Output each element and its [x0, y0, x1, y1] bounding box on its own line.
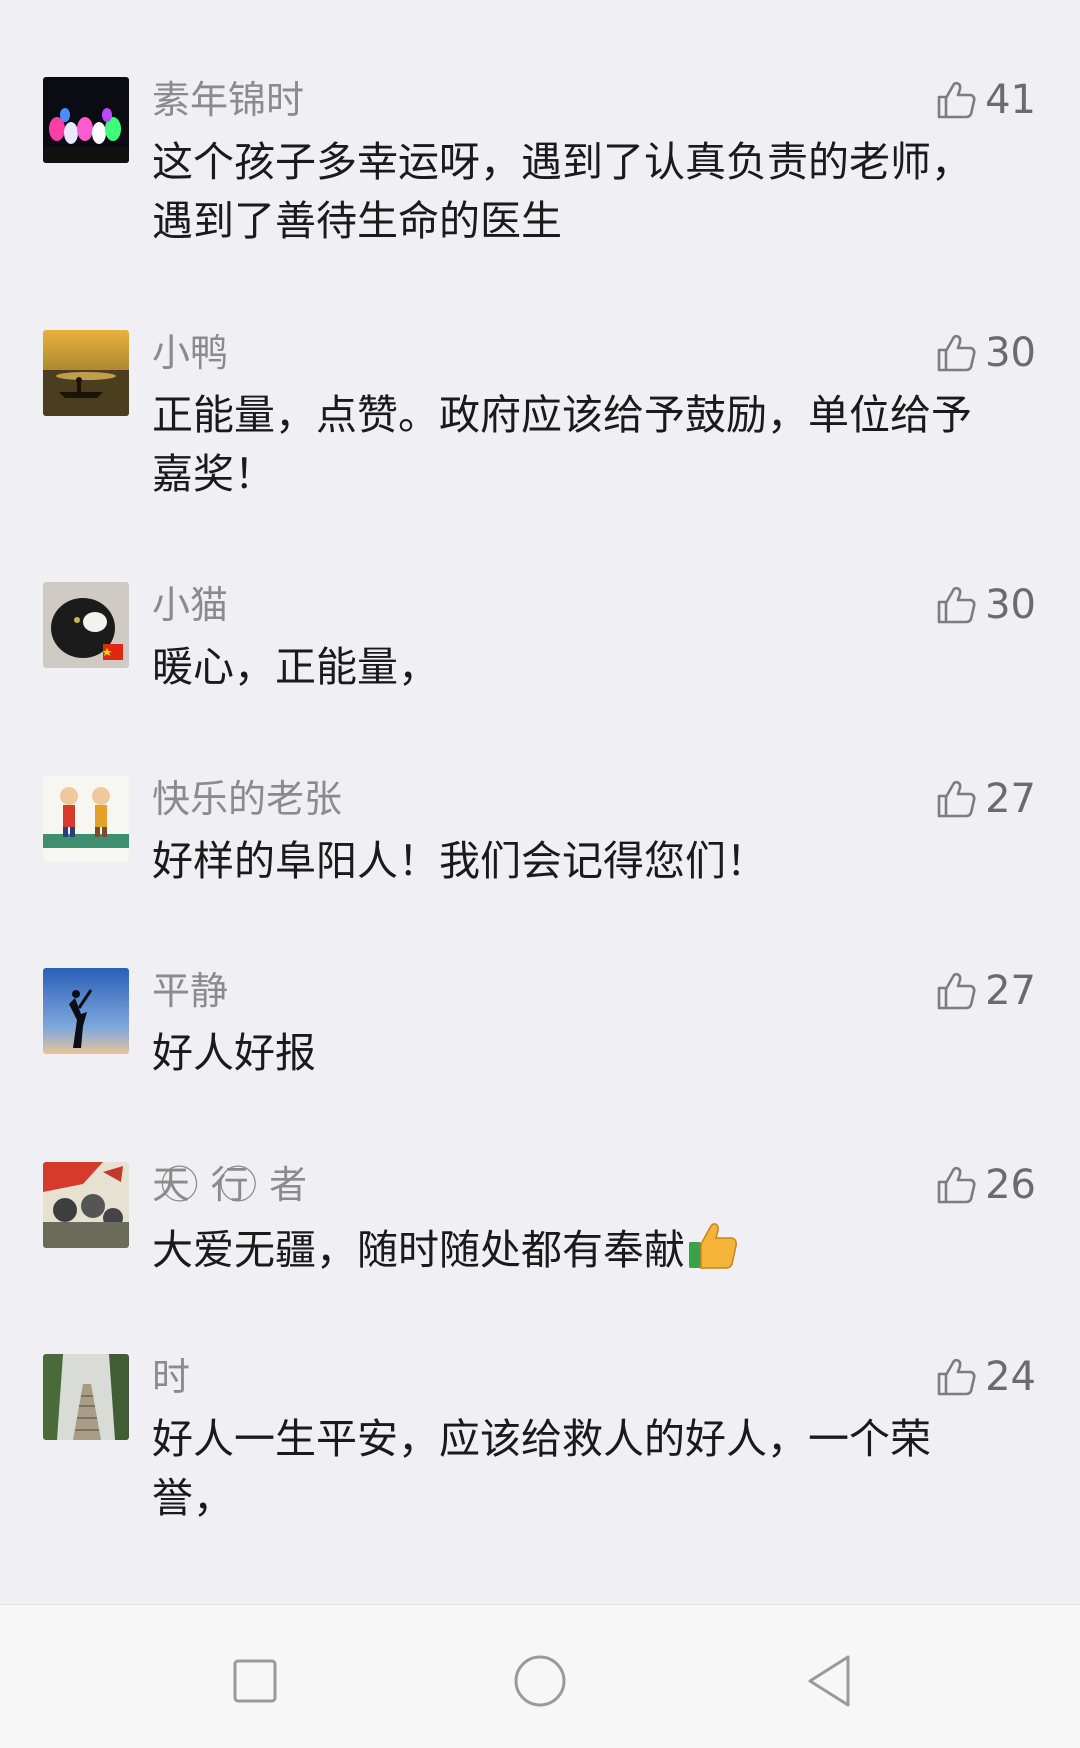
- thumbs-up-outline-icon: [935, 970, 977, 1012]
- avatar[interactable]: [43, 1354, 129, 1440]
- thumbs-up-outline-icon: [935, 79, 977, 121]
- like-button[interactable]: 27: [935, 968, 1036, 1014]
- comment-text: 好人好报: [152, 1029, 316, 1077]
- avatar[interactable]: [43, 776, 129, 862]
- avatar-image: [43, 330, 129, 416]
- like-count: 41: [985, 77, 1036, 123]
- back-button[interactable]: [800, 1651, 860, 1711]
- home-button[interactable]: [510, 1651, 570, 1711]
- like-count: 27: [985, 776, 1036, 822]
- avatar-image: [43, 1354, 129, 1440]
- comment-text: 暖心，正能量，: [152, 643, 439, 691]
- like-button[interactable]: 30: [935, 582, 1036, 628]
- comment-text: 大爱无疆，随时随处都有奉献: [152, 1218, 1012, 1280]
- recent-apps-button[interactable]: [225, 1651, 285, 1711]
- like-button[interactable]: 41: [935, 77, 1036, 123]
- comment-text-content: 大爱无疆，随时随处都有奉献: [152, 1226, 685, 1274]
- avatar-image: [43, 77, 129, 163]
- comment-list: 素年锦时 41 这个孩子多幸运呀，遇到了认真负责的老师，遇到了善待生命的医生 小…: [0, 0, 1080, 1604]
- comments-screen: 素年锦时 41 这个孩子多幸运呀，遇到了认真负责的老师，遇到了善待生命的医生 小…: [0, 0, 1080, 1748]
- circle-icon: [514, 1655, 566, 1707]
- commenter-name[interactable]: 素年锦时: [152, 77, 304, 123]
- avatar[interactable]: [43, 582, 129, 668]
- thumbs-up-outline-icon: [935, 332, 977, 374]
- like-count: 26: [985, 1162, 1036, 1208]
- avatar[interactable]: [43, 330, 129, 416]
- commenter-name[interactable]: 小鸭: [152, 330, 228, 376]
- like-button[interactable]: 24: [935, 1354, 1036, 1400]
- avatar[interactable]: [43, 77, 129, 163]
- avatar-image: [43, 968, 129, 1054]
- commenter-name[interactable]: 快乐的老张: [152, 776, 342, 822]
- commenter-name[interactable]: 平静: [152, 968, 228, 1014]
- thumbs-up-outline-icon: [935, 1164, 977, 1206]
- like-button[interactable]: 26: [935, 1162, 1036, 1208]
- comment-text: 这个孩子多幸运呀，遇到了认真负责的老师，遇到了善待生命的医生: [152, 138, 972, 245]
- commenter-name[interactable]: 小猫: [152, 582, 228, 628]
- comment-text: 好人一生平安，应该给救人的好人，一个荣誉，: [152, 1415, 931, 1522]
- avatar[interactable]: [43, 968, 129, 1054]
- thumbs-up-outline-icon: [935, 584, 977, 626]
- thumbs-up-outline-icon: [935, 1356, 977, 1398]
- avatar[interactable]: [43, 1162, 129, 1248]
- comment-text: 好样的阜阳人！我们会记得您们！: [152, 837, 767, 885]
- like-count: 24: [985, 1354, 1036, 1400]
- thumbs-up-outline-icon: [935, 778, 977, 820]
- commenter-name[interactable]: 时: [152, 1354, 190, 1400]
- avatar-image: [43, 776, 129, 862]
- triangle-back-icon: [808, 1655, 850, 1707]
- like-button[interactable]: 30: [935, 330, 1036, 376]
- like-count: 30: [985, 330, 1036, 376]
- comment-text: 正能量，点赞。政府应该给予鼓励，单位给予嘉奖！: [152, 391, 972, 498]
- like-count: 30: [985, 582, 1036, 628]
- like-count: 27: [985, 968, 1036, 1014]
- system-navigation-bar: [0, 1604, 1080, 1748]
- avatar-image: [43, 1162, 129, 1248]
- thumbs-up-emoji-icon: [685, 1218, 739, 1272]
- square-icon: [233, 1659, 277, 1703]
- commenter-name[interactable]: 天 ⃝ 行 ⃝ 者: [152, 1162, 307, 1208]
- avatar-image: [43, 582, 129, 668]
- like-button[interactable]: 27: [935, 776, 1036, 822]
